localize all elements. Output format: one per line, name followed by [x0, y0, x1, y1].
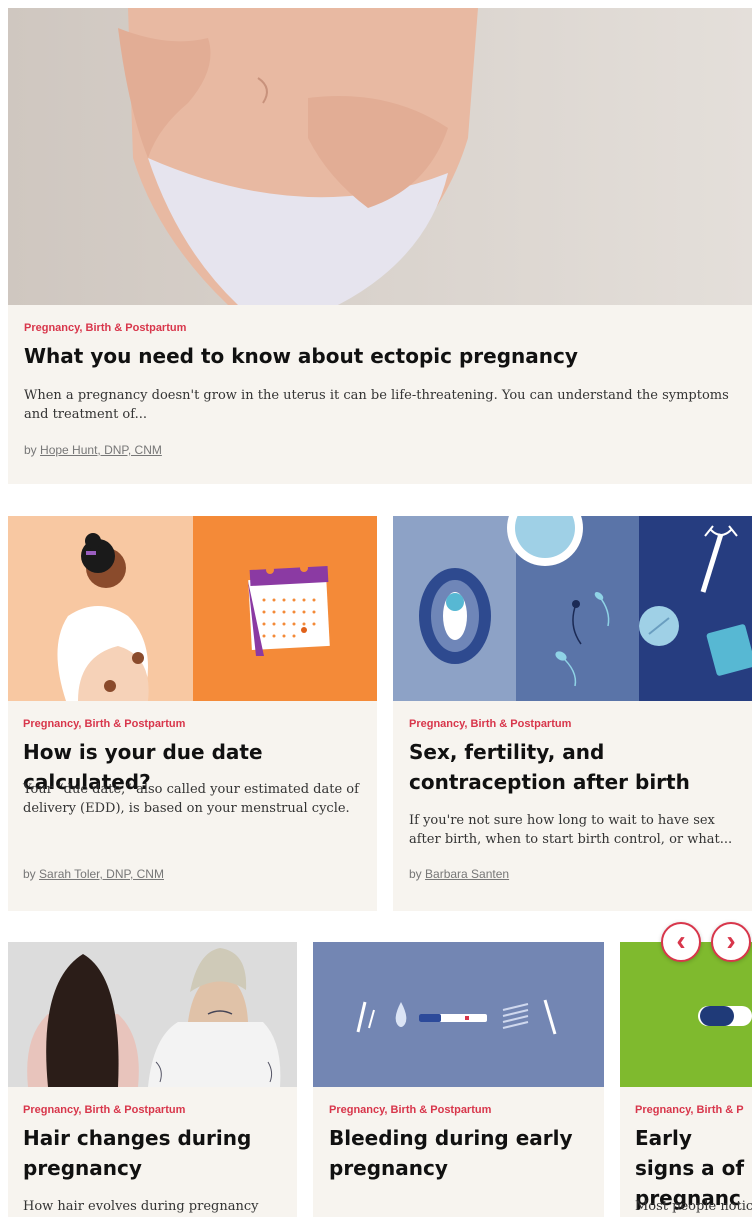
article-category[interactable]: Pregnancy, Birth & P	[635, 1104, 744, 1116]
carousel-prev-button[interactable]: ‹	[661, 922, 701, 962]
byline-prefix: by	[24, 443, 37, 457]
article-title[interactable]: Sex, fertility, and contraception after …	[409, 737, 739, 797]
article-image[interactable]	[8, 516, 377, 701]
article-title[interactable]: What you need to know about ectopic preg…	[24, 341, 744, 371]
carousel-card[interactable]: Pregnancy, Birth & Postpartum Bleeding d…	[313, 942, 604, 1217]
article-description: Your “due date,” also called your estima…	[23, 782, 359, 816]
article-category[interactable]: Pregnancy, Birth & Postpartum	[23, 1104, 185, 1116]
byline-prefix: by	[409, 867, 422, 881]
article-description: How hair evolves during pregnancy	[23, 1199, 259, 1214]
article-category[interactable]: Pregnancy, Birth & Postpartum	[24, 322, 186, 334]
carousel-card-image[interactable]	[8, 942, 297, 1087]
carousel-card-image[interactable]	[313, 942, 604, 1087]
carousel-card[interactable]: Pregnancy, Birth & P Early signs a of pr…	[620, 942, 752, 1217]
article-title[interactable]: Hair changes during pregnancy	[23, 1123, 288, 1183]
carousel-next-button[interactable]: ›	[711, 922, 751, 962]
article-title[interactable]: Bleeding during early pregnancy	[329, 1123, 594, 1183]
author-link[interactable]: Sarah Toler, DNP, CNM	[39, 867, 164, 881]
article-description: If you're not sure how long to wait to h…	[409, 813, 733, 847]
chevron-left-icon: ‹	[676, 924, 686, 956]
article-byline: by Sarah Toler, DNP, CNM	[23, 867, 164, 881]
carousel-card-image[interactable]	[620, 942, 752, 1087]
author-link[interactable]: Hope Hunt, DNP, CNM	[40, 443, 162, 457]
article-category[interactable]: Pregnancy, Birth & Postpartum	[329, 1104, 491, 1116]
author-link[interactable]: Barbara Santen	[425, 867, 509, 881]
chevron-right-icon: ›	[726, 924, 736, 956]
article-byline: by Barbara Santen	[409, 867, 509, 881]
byline-prefix: by	[23, 867, 36, 881]
carousel-card[interactable]: Pregnancy, Birth & Postpartum Hair chang…	[8, 942, 297, 1217]
featured-article-image[interactable]	[8, 8, 752, 305]
article-card[interactable]: Pregnancy, Birth & Postpartum How is you…	[8, 516, 377, 911]
article-description: When a pregnancy doesn't grow in the ute…	[24, 388, 729, 422]
article-category[interactable]: Pregnancy, Birth & Postpartum	[409, 718, 571, 730]
article-image[interactable]	[393, 516, 752, 701]
featured-article-card[interactable]: Pregnancy, Birth & Postpartum What you n…	[8, 8, 752, 484]
article-card[interactable]: Pregnancy, Birth & Postpartum Sex, ferti…	[393, 516, 752, 911]
article-description: Most people notic	[635, 1199, 752, 1214]
article-category[interactable]: Pregnancy, Birth & Postpartum	[23, 718, 185, 730]
article-byline: by Hope Hunt, DNP, CNM	[24, 443, 162, 457]
